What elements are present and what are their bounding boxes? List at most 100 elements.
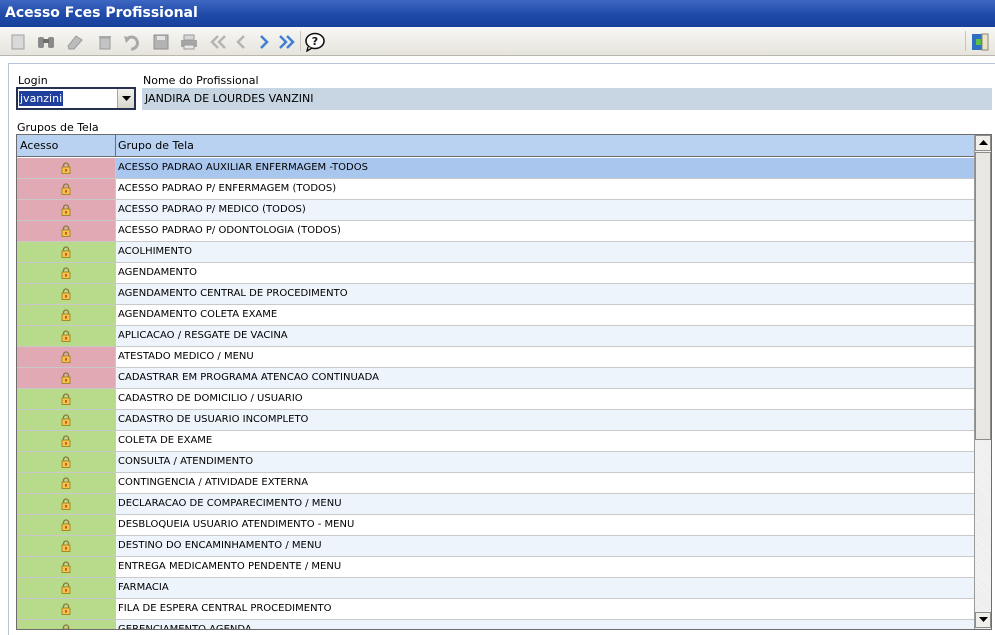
- access-cell[interactable]: [17, 368, 116, 388]
- column-header-group[interactable]: Grupo de Tela: [116, 135, 975, 157]
- lock-icon: [61, 603, 71, 615]
- scroll-down-icon[interactable]: [975, 612, 991, 628]
- access-cell[interactable]: [17, 200, 116, 220]
- lock-icon: [61, 267, 71, 279]
- table-row[interactable]: CONTINGENCIA / ATIVIDADE EXTERNA: [17, 473, 975, 494]
- group-cell: COLETA DE EXAME: [116, 431, 975, 451]
- access-cell[interactable]: [17, 326, 116, 346]
- lock-icon: [61, 162, 71, 174]
- lock-icon: [61, 414, 71, 426]
- previous-icon[interactable]: [230, 31, 252, 53]
- print-icon[interactable]: [178, 31, 200, 53]
- table-row[interactable]: ACESSO PADRAO P/ ODONTOLOGIA (TODOS): [17, 221, 975, 242]
- table-row[interactable]: GERENCIAMENTO AGENDA: [17, 620, 975, 629]
- group-cell: AGENDAMENTO: [116, 263, 975, 283]
- access-cell[interactable]: [17, 158, 116, 178]
- table-row[interactable]: ACESSO PADRAO P/ ENFERMAGEM (TODOS): [17, 179, 975, 200]
- table-row[interactable]: AGENDAMENTO CENTRAL DE PROCEDIMENTO: [17, 284, 975, 305]
- access-cell[interactable]: [17, 431, 116, 451]
- lock-icon: [61, 624, 71, 629]
- lock-icon: [61, 456, 71, 468]
- table-row[interactable]: CADASTRO DE DOMICILIO / USUARIO: [17, 389, 975, 410]
- lock-icon: [61, 246, 71, 258]
- access-cell[interactable]: [17, 263, 116, 283]
- access-cell[interactable]: [17, 347, 116, 367]
- lock-icon: [61, 372, 71, 384]
- vertical-scrollbar[interactable]: [974, 135, 991, 629]
- table-row[interactable]: APLICACAO / RESGATE DE VACINA: [17, 326, 975, 347]
- access-cell[interactable]: [17, 179, 116, 199]
- group-cell: ACESSO PADRAO P/ ENFERMAGEM (TODOS): [116, 179, 975, 199]
- access-cell[interactable]: [17, 620, 116, 629]
- lock-icon: [61, 561, 71, 573]
- table-row[interactable]: AGENDAMENTO: [17, 263, 975, 284]
- trash-icon[interactable]: [94, 31, 116, 53]
- next-icon[interactable]: [253, 31, 275, 53]
- lock-icon: [61, 435, 71, 447]
- table-row[interactable]: FILA DE ESPERA CENTRAL PROCEDIMENTO: [17, 599, 975, 620]
- exit-icon[interactable]: [969, 31, 991, 53]
- access-cell[interactable]: [17, 515, 116, 535]
- lock-icon: [61, 477, 71, 489]
- group-cell: ACESSO PADRAO AUXILIAR ENFERMAGEM -TODOS: [116, 158, 975, 178]
- group-cell: DESBLOQUEIA USUARIO ATENDIMENTO - MENU: [116, 515, 975, 535]
- professional-name-field: JANDIRA DE LOURDES VANZINI: [142, 88, 992, 110]
- toolbar: ?: [0, 27, 995, 56]
- undo-icon[interactable]: [121, 31, 143, 53]
- scroll-up-icon[interactable]: [975, 135, 991, 151]
- first-icon[interactable]: [207, 31, 229, 53]
- column-header-access[interactable]: Acesso: [17, 135, 116, 157]
- group-cell: CONSULTA / ATENDIMENTO: [116, 452, 975, 472]
- access-cell[interactable]: [17, 599, 116, 619]
- access-cell[interactable]: [17, 410, 116, 430]
- access-cell[interactable]: [17, 452, 116, 472]
- table-row[interactable]: FARMACIA: [17, 578, 975, 599]
- table-row[interactable]: ACESSO PADRAO P/ MEDICO (TODOS): [17, 200, 975, 221]
- table-row[interactable]: ATESTADO MEDICO / MENU: [17, 347, 975, 368]
- access-cell[interactable]: [17, 473, 116, 493]
- table-row[interactable]: ACOLHIMENTO: [17, 242, 975, 263]
- table-row[interactable]: DECLARACAO DE COMPARECIMENTO / MENU: [17, 494, 975, 515]
- table-row[interactable]: DESBLOQUEIA USUARIO ATENDIMENTO - MENU: [17, 515, 975, 536]
- binoculars-icon[interactable]: [35, 31, 57, 53]
- lock-icon: [61, 330, 71, 342]
- scrollbar-thumb[interactable]: [975, 152, 991, 440]
- table-row[interactable]: ENTREGA MEDICAMENTO PENDENTE / MENU: [17, 557, 975, 578]
- table-row[interactable]: CADASTRAR EM PROGRAMA ATENCAO CONTINUADA: [17, 368, 975, 389]
- access-cell[interactable]: [17, 389, 116, 409]
- eraser-icon[interactable]: [64, 31, 86, 53]
- save-icon[interactable]: [150, 31, 172, 53]
- table-row[interactable]: DESTINO DO ENCAMINHAMENTO / MENU: [17, 536, 975, 557]
- last-icon[interactable]: [276, 31, 298, 53]
- lock-icon: [61, 582, 71, 594]
- lock-icon: [61, 498, 71, 510]
- lock-icon: [61, 393, 71, 405]
- lock-icon: [61, 225, 71, 237]
- access-cell[interactable]: [17, 536, 116, 556]
- help-icon[interactable]: ?: [304, 31, 326, 53]
- table-row[interactable]: COLETA DE EXAME: [17, 431, 975, 452]
- access-cell[interactable]: [17, 578, 116, 598]
- table-row[interactable]: CADASTRO DE USUARIO INCOMPLETO: [17, 410, 975, 431]
- access-cell[interactable]: [17, 494, 116, 514]
- access-cell[interactable]: [17, 242, 116, 262]
- group-cell: GERENCIAMENTO AGENDA: [116, 620, 975, 629]
- table-row[interactable]: CONSULTA / ATENDIMENTO: [17, 452, 975, 473]
- table-row[interactable]: AGENDAMENTO COLETA EXAME: [17, 305, 975, 326]
- screen-groups-grid: Acesso Grupo de Tela ACESSO PADRAO AUXIL…: [16, 134, 992, 630]
- access-cell[interactable]: [17, 305, 116, 325]
- chevron-down-icon[interactable]: [117, 89, 134, 108]
- group-cell: FARMACIA: [116, 578, 975, 598]
- new-icon[interactable]: [7, 31, 29, 53]
- lock-icon: [61, 519, 71, 531]
- access-cell[interactable]: [17, 284, 116, 304]
- group-cell: ACESSO PADRAO P/ ODONTOLOGIA (TODOS): [116, 221, 975, 241]
- group-cell: CADASTRAR EM PROGRAMA ATENCAO CONTINUADA: [116, 368, 975, 388]
- login-combobox[interactable]: jvanzini: [16, 87, 136, 110]
- lock-icon: [61, 540, 71, 552]
- lock-icon: [61, 204, 71, 216]
- access-cell[interactable]: [17, 557, 116, 577]
- table-row[interactable]: ACESSO PADRAO AUXILIAR ENFERMAGEM -TODOS: [17, 158, 975, 179]
- group-cell: AGENDAMENTO COLETA EXAME: [116, 305, 975, 325]
- access-cell[interactable]: [17, 221, 116, 241]
